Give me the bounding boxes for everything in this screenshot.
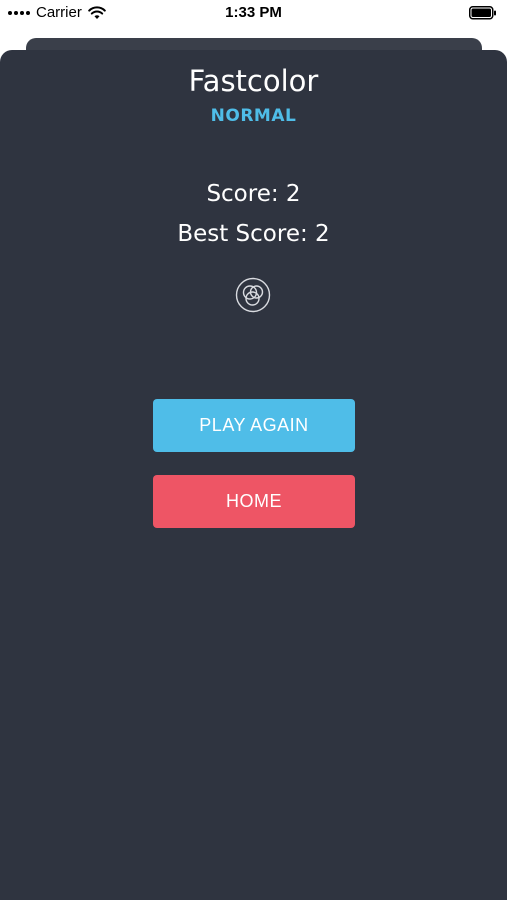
status-bar: Carrier 1:33 PM bbox=[0, 0, 507, 28]
home-button[interactable]: HOME bbox=[153, 475, 355, 528]
overlapping-circles-icon bbox=[235, 277, 271, 313]
play-again-button[interactable]: PLAY AGAIN bbox=[153, 399, 355, 452]
app-title: Fastcolor bbox=[188, 64, 319, 98]
best-score-label: Best Score: 2 bbox=[177, 221, 330, 247]
status-time: 1:33 PM bbox=[225, 4, 282, 21]
battery-icon bbox=[469, 6, 496, 20]
game-over-sheet: Fastcolor NORMAL Score: 2 Best Score: 2 … bbox=[0, 50, 507, 900]
mode-label: NORMAL bbox=[210, 106, 297, 126]
score-label: Score: 2 bbox=[206, 181, 301, 207]
